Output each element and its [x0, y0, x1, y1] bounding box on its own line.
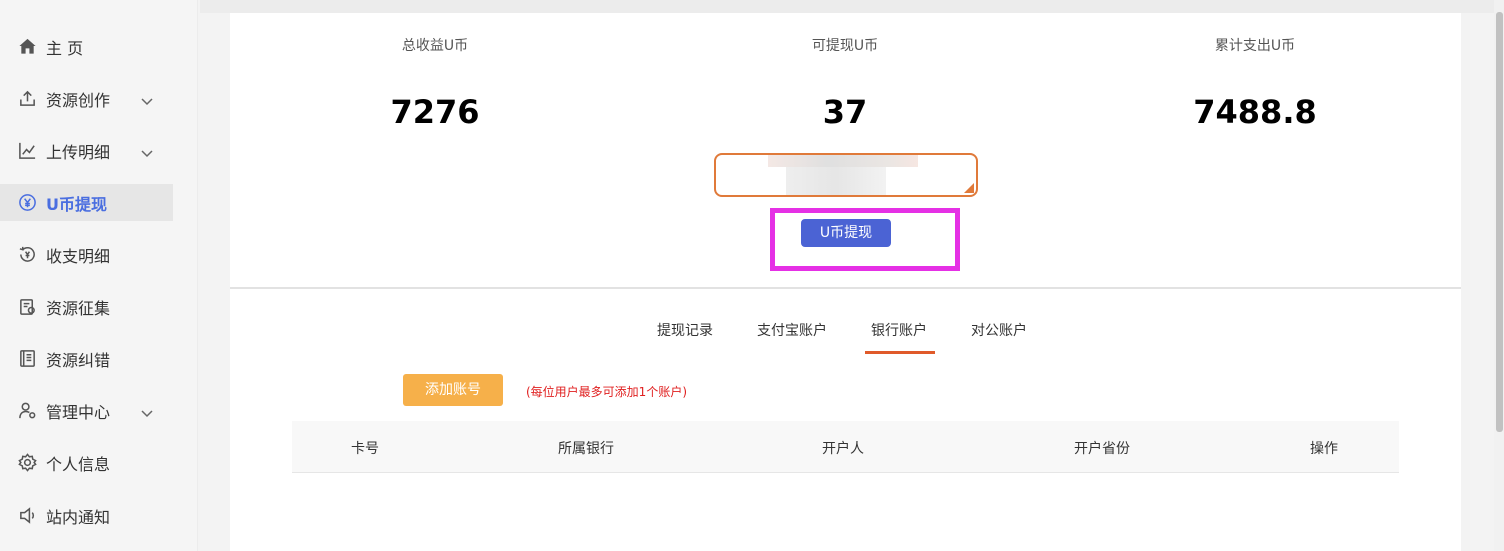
sidebar-item-resource-correction[interactable]: 资源纠错	[0, 340, 173, 377]
sidebar-item-resource-creation[interactable]: 资源创作	[0, 80, 173, 117]
total-income-value: 7276	[390, 93, 480, 131]
resize-grip-icon[interactable]	[964, 183, 974, 193]
section-divider	[230, 287, 1461, 289]
tab-bank-account[interactable]: 银行账户	[871, 320, 927, 340]
column-bank: 所属银行	[558, 441, 614, 457]
chevron-down-icon	[140, 404, 154, 418]
top-strip	[200, 0, 1500, 13]
redacted-overlay	[786, 167, 886, 195]
yen-coin-icon	[17, 193, 37, 213]
column-province: 开户省份	[1074, 441, 1130, 457]
ledger-icon	[17, 349, 37, 369]
sidebar-item-label: 资源创作	[46, 90, 111, 110]
withdrawable-label: 可提现U币	[811, 38, 879, 54]
sidebar-item-upload-details[interactable]: 上传明细	[0, 132, 173, 169]
user-settings-icon	[17, 401, 37, 421]
gear-icon	[17, 453, 37, 473]
add-account-button[interactable]: 添加账号	[403, 374, 503, 406]
main-card: 总收益U币 7276 可提现U币 37 累计支出U币 7488.8 U币提现 提…	[230, 13, 1461, 551]
chevron-down-icon	[140, 144, 154, 158]
u-coin-withdraw-button[interactable]: U币提现	[801, 219, 891, 247]
accounts-table-header: 卡号 所属银行 开户人 开户省份 操作	[292, 421, 1399, 473]
coin-history-icon	[17, 245, 37, 265]
total-spent-label: 累计支出U币	[1214, 38, 1296, 54]
scrollbar-thumb[interactable]	[1496, 12, 1503, 432]
tab-alipay-account[interactable]: 支付宝账户	[757, 320, 827, 340]
sidebar-item-income-expense[interactable]: 收支明细	[0, 236, 173, 273]
sidebar: 主 页 资源创作 上传明细 U币提现 收支明细 资源征集 资源纠错 管理中心 个…	[0, 0, 198, 551]
line-chart-icon	[17, 141, 37, 161]
column-actions: 操作	[1310, 441, 1338, 457]
total-spent-value: 7488.8	[1193, 93, 1317, 131]
home-icon	[17, 37, 37, 57]
sidebar-item-label: 收支明细	[46, 246, 111, 266]
withdrawable-value: 37	[822, 93, 868, 131]
account-limit-note: (每位用户最多可添加1个账户)	[526, 385, 687, 399]
sidebar-item-management-center[interactable]: 管理中心	[0, 392, 173, 429]
sidebar-item-label: 个人信息	[46, 454, 111, 474]
speaker-icon	[17, 506, 37, 526]
sidebar-item-u-coin-withdraw[interactable]: U币提现	[0, 184, 173, 221]
sidebar-item-notifications[interactable]: 站内通知	[0, 497, 173, 534]
sidebar-item-label: 资源纠错	[46, 350, 111, 370]
active-tab-indicator	[865, 351, 935, 354]
sidebar-item-home[interactable]: 主 页	[0, 28, 173, 65]
total-income-label: 总收益U币	[401, 38, 469, 54]
redacted-overlay	[768, 155, 918, 167]
tab-corporate-account[interactable]: 对公账户	[971, 320, 1027, 340]
sidebar-item-label: U币提现	[46, 194, 107, 214]
sidebar-item-label: 管理中心	[46, 402, 111, 422]
sidebar-item-label: 主 页	[46, 38, 84, 58]
sidebar-item-label: 资源征集	[46, 298, 111, 318]
chevron-down-icon	[140, 92, 154, 106]
sidebar-item-label: 站内通知	[46, 507, 111, 527]
tab-withdraw-records[interactable]: 提现记录	[657, 320, 713, 340]
column-card-number: 卡号	[351, 441, 379, 457]
upload-icon	[17, 89, 37, 109]
withdraw-amount-input[interactable]	[714, 153, 978, 197]
clipboard-icon	[17, 297, 37, 317]
column-account-holder: 开户人	[822, 441, 864, 457]
sidebar-item-personal-info[interactable]: 个人信息	[0, 444, 173, 481]
sidebar-item-resource-collection[interactable]: 资源征集	[0, 288, 173, 325]
sidebar-item-label: 上传明细	[46, 142, 111, 162]
